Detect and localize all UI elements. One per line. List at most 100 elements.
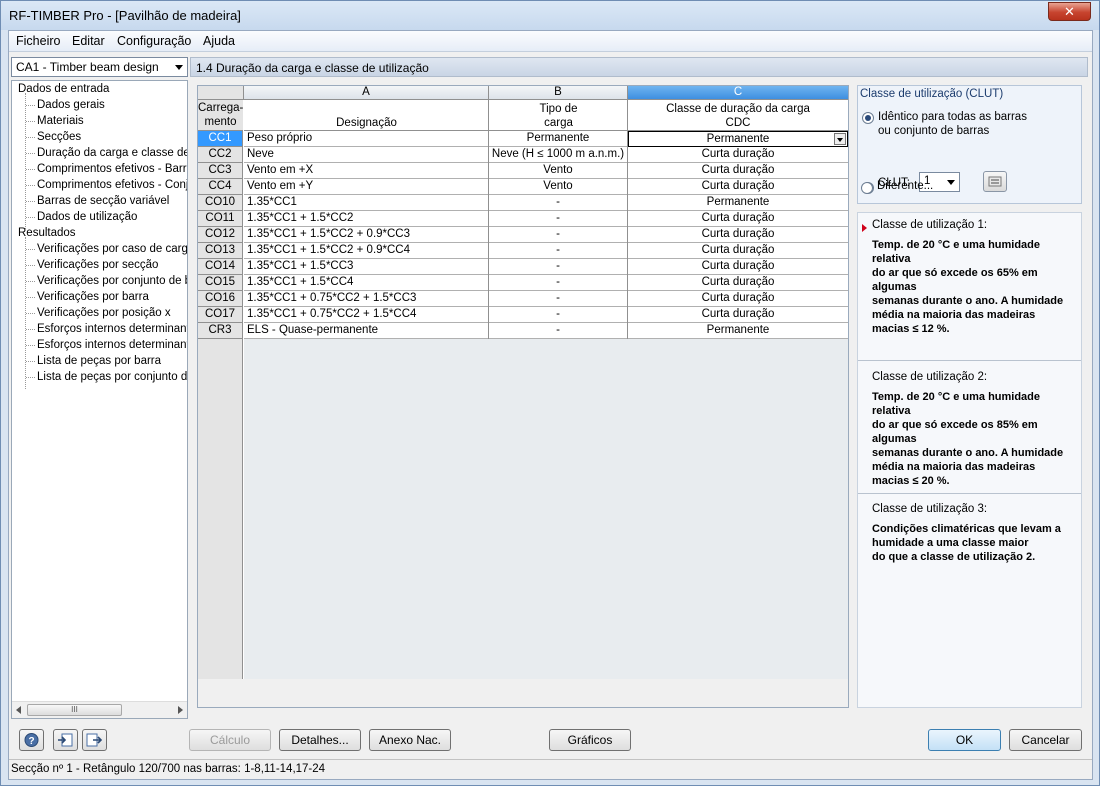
cdc-cell[interactable]: Curta duração (628, 147, 848, 163)
tree-item-results-7[interactable]: Lista de peças por barra (37, 353, 161, 369)
cdc-cell[interactable]: Permanente (628, 323, 848, 339)
radio-same-for-all[interactable] (862, 112, 874, 124)
scroll-right-icon[interactable] (178, 706, 183, 714)
ok-button[interactable]: OK (928, 729, 1001, 751)
designation-cell: 1.35*CC1 + 1.5*CC3 (244, 259, 488, 275)
menu-ajuda[interactable]: Ajuda (203, 34, 235, 48)
cdc-cell[interactable]: Curta duração (628, 275, 848, 291)
tree-item-input-6[interactable]: Barras de secção variável (37, 193, 169, 209)
details-button[interactable]: Detalhes... (279, 729, 361, 751)
load-type-cell: - (489, 323, 627, 339)
load-duration-table: A B C Carrega- mento Designação Tipo de … (197, 85, 849, 708)
cdc-cell[interactable]: Curta duração (628, 227, 848, 243)
tree-node-results[interactable]: Resultados (18, 225, 76, 241)
cdc-cell[interactable]: Curta duração (628, 211, 848, 227)
info-class-1-body: Temp. de 20 °C e uma humidade relativa d… (872, 239, 1064, 335)
radio-same-label[interactable]: Idêntico para todas as barras ou conjunt… (878, 110, 1027, 138)
load-case-id[interactable]: CO16 (198, 291, 243, 307)
cdc-cell[interactable]: Curta duração (628, 259, 848, 275)
load-case-id[interactable]: CO15 (198, 275, 243, 291)
tree-item-results-2[interactable]: Verificações por conjunto de ba (37, 273, 187, 289)
load-case-id[interactable]: CC3 (198, 163, 243, 179)
cdc-dropdown-icon[interactable] (834, 133, 846, 145)
tree-item-results-0[interactable]: Verificações por caso de carga (37, 241, 187, 257)
import-button[interactable] (53, 729, 78, 751)
tree-item-results-5[interactable]: Esforços internos determinante (37, 321, 187, 337)
table-row: CO12 1.35*CC1 + 1.5*CC2 + 0.9*CC3- Curta d… (198, 227, 848, 243)
column-letter-b[interactable]: B (489, 86, 628, 100)
calc-button[interactable]: Cálculo (189, 729, 271, 751)
cdc-cell[interactable]: Curta duração (628, 307, 848, 323)
designation-cell: 1.35*CC1 + 1.5*CC2 (244, 211, 488, 227)
column-letter-c[interactable]: C (628, 86, 848, 100)
designation-cell: 1.35*CC1 + 1.5*CC2 + 0.9*CC4 (244, 243, 488, 259)
column-letter-a[interactable]: A (244, 86, 489, 100)
case-selector[interactable]: CA1 - Timber beam design (11, 57, 188, 77)
table-row: CC1 Peso próprio Permanente Permanente (198, 131, 848, 147)
clut-legend: Classe de utilização (CLUT) (860, 88, 1004, 100)
load-case-id[interactable]: CO13 (198, 243, 243, 259)
tree-item-input-0[interactable]: Dados gerais (37, 97, 105, 113)
tree-item-results-4[interactable]: Verificações por posição x (37, 305, 171, 321)
scroll-left-icon[interactable] (16, 706, 21, 714)
graphics-button[interactable]: Gráficos (549, 729, 631, 751)
tree-item-results-8[interactable]: Lista de peças por conjunto de (37, 369, 187, 385)
tree-item-input-4[interactable]: Comprimentos efetivos - Barras (37, 161, 187, 177)
edit-members-button[interactable] (983, 171, 1007, 192)
menu-editar[interactable]: Editar (72, 34, 105, 48)
tree-connector (26, 185, 35, 186)
export-button[interactable] (82, 729, 107, 751)
tree-node-input[interactable]: Dados de entrada (18, 81, 109, 97)
info-class-2-body: Temp. de 20 °C e uma humidade relativa d… (872, 391, 1064, 487)
load-case-id[interactable]: CO12 (198, 227, 243, 243)
table-row: CO11 1.35*CC1 + 1.5*CC2- Curta duração (198, 211, 848, 227)
help-button[interactable]: ? (19, 729, 44, 751)
cdc-cell[interactable]: Permanente (628, 195, 848, 211)
info-divider (858, 493, 1081, 494)
load-case-id[interactable]: CO10 (198, 195, 243, 211)
clut-panel: Classe de utilização (CLUT) Idêntico par… (857, 85, 1082, 708)
designation-cell: Neve (244, 147, 488, 163)
menu-bar: Ficheiro Editar Configuração Ajuda (9, 31, 1092, 52)
info-class-2-heading: Classe de utilização 2: (872, 371, 988, 383)
table-row: CC3 Vento em +X Vento Curta duração (198, 163, 848, 179)
load-case-id[interactable]: CC2 (198, 147, 243, 163)
scroll-thumb[interactable]: III (27, 704, 122, 716)
tree-connector (26, 313, 35, 314)
tree-connector (26, 137, 35, 138)
radio-different-label[interactable]: Diferente... (877, 180, 933, 192)
load-case-id[interactable]: CR3 (198, 323, 243, 339)
window-title: RF-TIMBER Pro - [Pavilhão de madeira] (9, 8, 241, 23)
tree-item-results-6[interactable]: Esforços internos determinante (37, 337, 187, 353)
national-annex-button[interactable]: Anexo Nac. (369, 729, 451, 751)
tree-item-input-2[interactable]: Secções (37, 129, 81, 145)
cdc-cell[interactable]: Curta duração (628, 243, 848, 259)
load-case-id[interactable]: CO11 (198, 211, 243, 227)
load-type-cell: - (489, 275, 627, 291)
close-button[interactable]: ✕ (1048, 2, 1091, 21)
tree-item-input-5[interactable]: Comprimentos efetivos - Conju (37, 177, 187, 193)
load-case-id[interactable]: CC4 (198, 179, 243, 195)
tree-item-input-7[interactable]: Dados de utilização (37, 209, 137, 225)
tree-item-input-3[interactable]: Duração da carga e classe de u (37, 145, 187, 161)
radio-different[interactable] (861, 182, 873, 194)
tree-horizontal-scrollbar[interactable]: III (12, 701, 187, 718)
tree-item-results-1[interactable]: Verificações por secção (37, 257, 158, 273)
load-case-id[interactable]: CC1 (198, 131, 243, 147)
load-case-id[interactable]: CO14 (198, 259, 243, 275)
tree-item-results-3[interactable]: Verificações por barra (37, 289, 149, 305)
menu-ficheiro[interactable]: Ficheiro (16, 34, 60, 48)
designation-cell: ELS - Quase-permanente (244, 323, 488, 339)
tree-guide (25, 93, 26, 229)
cdc-cell[interactable]: Curta duração (628, 179, 848, 195)
menu-configuracao[interactable]: Configuração (117, 34, 191, 48)
info-class-1-heading: Classe de utilização 1: (872, 219, 988, 231)
load-case-id[interactable]: CO17 (198, 307, 243, 323)
cdc-cell[interactable]: Permanente (628, 131, 848, 147)
cancel-button[interactable]: Cancelar (1009, 729, 1082, 751)
cdc-cell[interactable]: Curta duração (628, 291, 848, 307)
designation-cell: Peso próprio (244, 131, 488, 147)
tree-item-input-1[interactable]: Materiais (37, 113, 84, 129)
cdc-cell[interactable]: Curta duração (628, 163, 848, 179)
load-type-cell: Permanente (489, 131, 627, 147)
